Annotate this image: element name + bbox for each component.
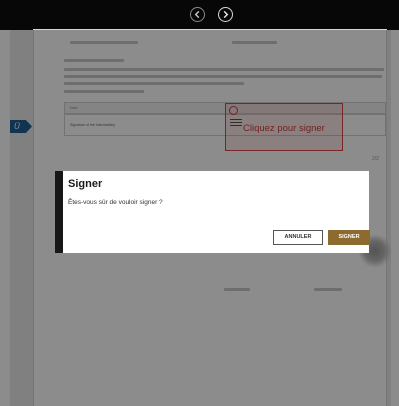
viewer-topbar bbox=[0, 0, 399, 30]
dialog-message: Êtes-vous sûr de vouloir signer ? bbox=[68, 199, 163, 206]
sign-button[interactable]: SIGNER bbox=[328, 230, 370, 245]
previous-page-button[interactable] bbox=[190, 7, 205, 22]
chevron-right-icon bbox=[223, 10, 229, 19]
next-page-button[interactable] bbox=[218, 7, 233, 22]
sign-confirmation-dialog: Signer Êtes-vous sûr de vouloir signer ?… bbox=[55, 171, 370, 253]
chevron-left-icon bbox=[194, 10, 200, 19]
dialog-title: Signer bbox=[68, 178, 103, 190]
cancel-button[interactable]: ANNULER bbox=[273, 230, 323, 245]
